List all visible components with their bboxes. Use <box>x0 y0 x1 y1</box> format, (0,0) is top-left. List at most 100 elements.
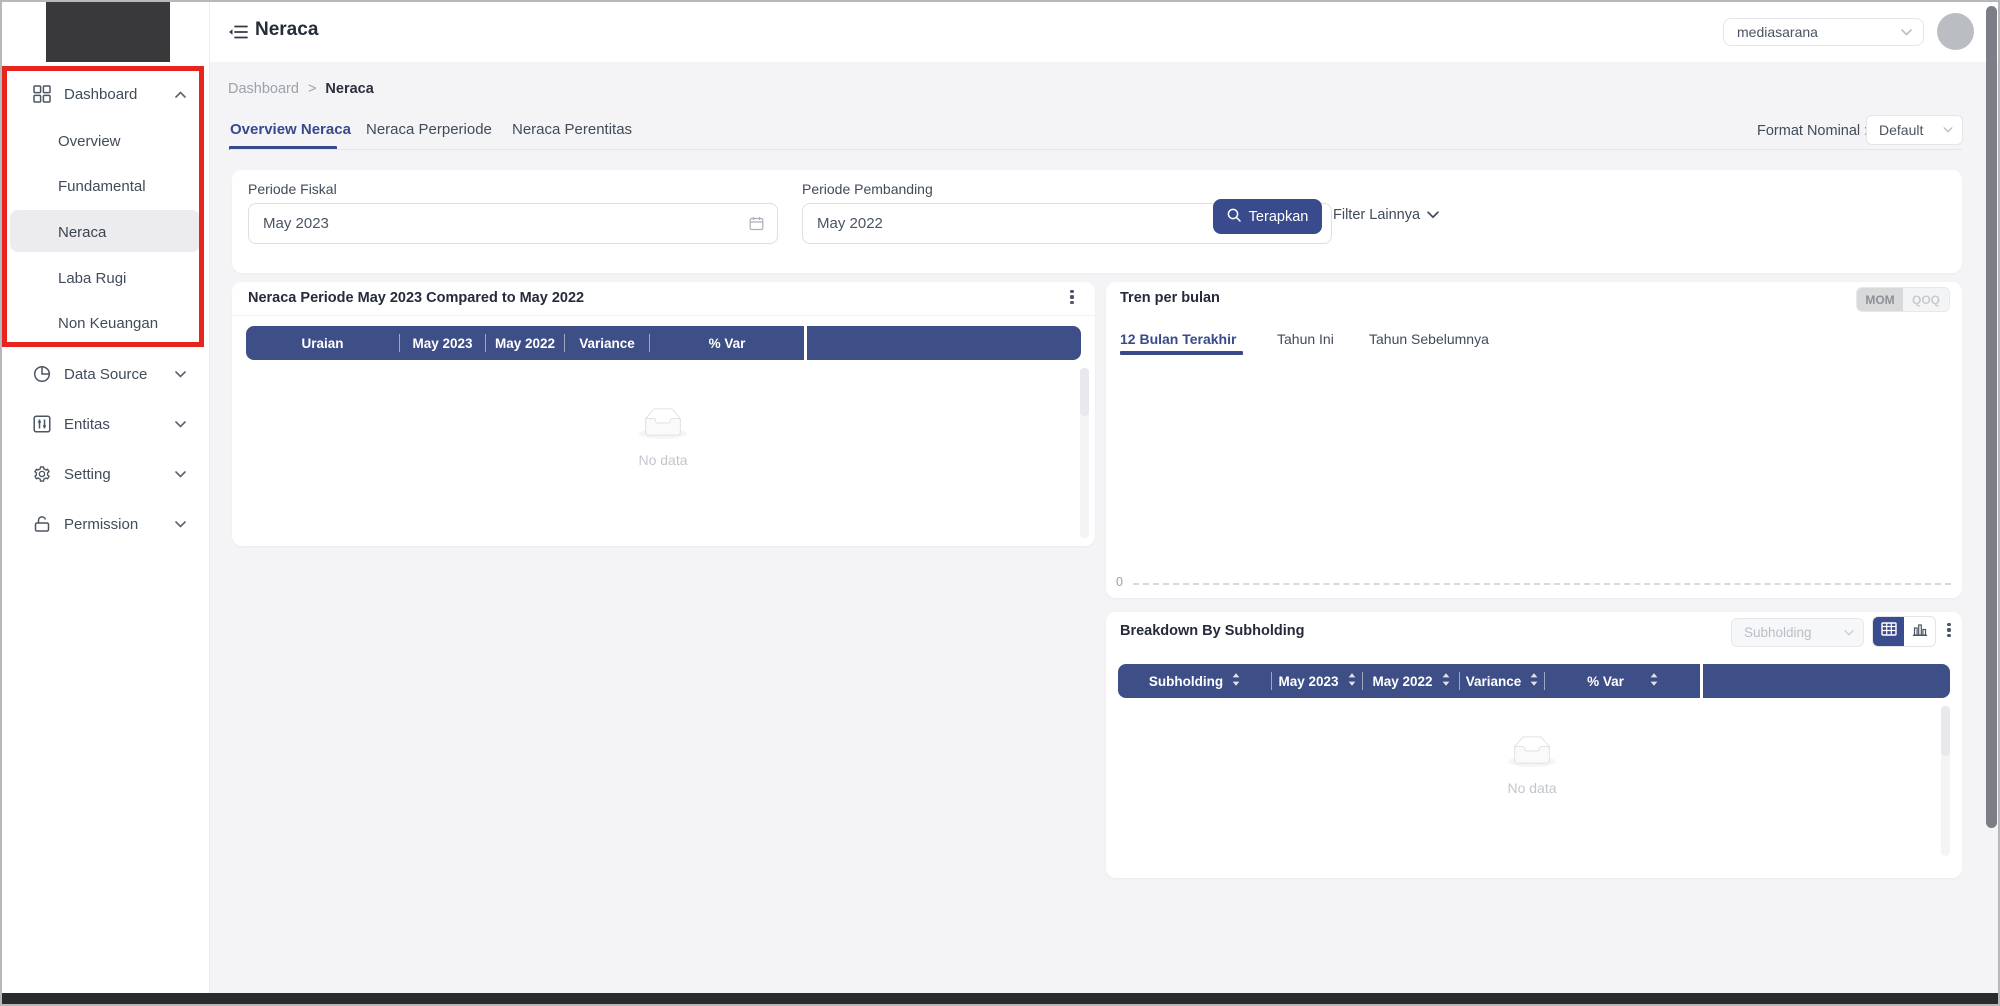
taskbar-strip <box>2 993 1998 1004</box>
apply-button-label: Terapkan <box>1249 209 1309 225</box>
no-data-label: No data <box>638 452 687 468</box>
chart-view-button[interactable] <box>1904 617 1935 646</box>
sidebar-item-data-source[interactable]: Data Source <box>2 358 210 390</box>
more-filters-button[interactable]: Filter Lainnya <box>1333 207 1439 223</box>
periode-pembanding-label: Periode Pembanding <box>802 181 933 197</box>
subholding-select-value: Subholding <box>1744 625 1812 640</box>
sidebar-item-label: Dashboard <box>64 86 137 103</box>
sidebar-item-entitas[interactable]: Entitas <box>2 408 210 440</box>
column-header-may-2023[interactable]: May 2023 <box>400 326 485 360</box>
empty-box-icon <box>639 408 687 444</box>
apply-button[interactable]: Terapkan <box>1213 199 1322 234</box>
format-nominal-label: Format Nominal : <box>1757 123 1868 139</box>
column-header-subholding[interactable]: Subholding <box>1118 664 1271 698</box>
bar-chart-icon <box>1912 623 1928 641</box>
sort-icon <box>1530 673 1538 689</box>
chevron-down-icon <box>1943 127 1953 133</box>
sidebar-item-laba-rugi[interactable]: Laba Rugi <box>58 270 126 287</box>
sidebar-item-label: Entitas <box>64 416 110 433</box>
sidebar-item-non-keuangan[interactable]: Non Keuangan <box>58 315 158 332</box>
chevron-down-icon <box>175 521 186 528</box>
neraca-table-header-trailing <box>807 326 1081 360</box>
breadcrumb-current: Neraca <box>325 81 373 97</box>
neraca-empty-state: No data <box>600 408 726 468</box>
neraca-table-header: Uraian May 2023 May 2022 Variance % Var <box>246 326 804 360</box>
sidebar: Dashboard Overview Fundamental Neraca La… <box>2 0 210 993</box>
sidebar-item-label: Data Source <box>64 366 147 383</box>
app-logo <box>46 0 170 62</box>
neraca-panel-title: Neraca Periode May 2023 Compared to May … <box>248 290 584 306</box>
column-header-pct-var[interactable]: % Var <box>650 326 804 360</box>
company-select-value: mediasarana <box>1737 24 1818 40</box>
breakdown-table-header-trailing <box>1703 664 1950 698</box>
column-header-variance[interactable]: Variance <box>565 326 649 360</box>
breakdown-table-header: Subholding May 2023 May 2022 Variance % … <box>1118 664 1700 698</box>
chevron-down-icon <box>175 471 186 478</box>
chevron-down-icon <box>1427 211 1439 219</box>
column-header-may-2022[interactable]: May 2022 <box>486 326 564 360</box>
page-title: Neraca <box>255 19 318 41</box>
column-header-pct-var[interactable]: % Var <box>1545 664 1700 698</box>
page-scrollbar[interactable] <box>1986 6 1997 828</box>
view-mode-segmented <box>1872 616 1936 647</box>
tabs-divider <box>230 149 1962 150</box>
y-axis-zero-label: 0 <box>1116 575 1123 589</box>
tren-panel <box>1106 282 1962 598</box>
column-header-variance[interactable]: Variance <box>1460 664 1544 698</box>
tren-panel-title: Tren per bulan <box>1120 290 1220 306</box>
table-view-button[interactable] <box>1873 617 1904 646</box>
dashboard-grid-icon <box>33 85 51 103</box>
sidebar-item-label: Permission <box>64 516 138 533</box>
periode-pembanding-value: May 2022 <box>817 215 883 232</box>
chevron-up-icon <box>175 91 186 98</box>
tab-overview-neraca[interactable]: Overview Neraca <box>230 121 351 138</box>
sort-icon <box>1348 673 1356 689</box>
company-select[interactable]: mediasarana <box>1723 18 1924 46</box>
tren-tab-tahun-sebelumnya[interactable]: Tahun Sebelumnya <box>1369 331 1489 347</box>
breakdown-panel-title: Breakdown By Subholding <box>1120 623 1304 639</box>
zero-gridline <box>1133 583 1951 585</box>
pie-chart-icon <box>33 365 51 383</box>
menu-fold-icon[interactable] <box>228 24 248 45</box>
sidebar-item-dashboard[interactable]: Dashboard <box>2 78 210 110</box>
table-scrollbar-thumb[interactable] <box>1941 706 1950 756</box>
gear-icon <box>33 465 51 483</box>
periode-fiskal-label: Periode Fiskal <box>248 181 337 197</box>
sidebar-item-fundamental[interactable]: Fundamental <box>58 178 146 195</box>
no-data-label: No data <box>1507 780 1556 796</box>
chevron-down-icon <box>1901 29 1912 36</box>
more-filters-label: Filter Lainnya <box>1333 207 1420 223</box>
column-header-uraian[interactable]: Uraian <box>246 326 399 360</box>
avatar[interactable] <box>1937 13 1974 50</box>
kebab-menu-icon[interactable] <box>1941 621 1957 639</box>
tab-neraca-perentitas[interactable]: Neraca Perentitas <box>512 121 632 138</box>
column-header-may-2022[interactable]: May 2022 <box>1363 664 1459 698</box>
toggle-mom[interactable]: MOM <box>1857 288 1903 311</box>
sliders-icon <box>33 415 51 433</box>
sidebar-item-label: Setting <box>64 466 111 483</box>
sidebar-item-setting[interactable]: Setting <box>2 458 210 490</box>
sidebar-item-overview[interactable]: Overview <box>58 133 121 150</box>
calendar-icon <box>749 216 764 231</box>
breadcrumb-separator: > <box>308 81 316 97</box>
format-nominal-select[interactable]: Default <box>1866 115 1963 145</box>
tren-tab-tahun-ini[interactable]: Tahun Ini <box>1277 331 1334 347</box>
column-header-may-2023[interactable]: May 2023 <box>1272 664 1362 698</box>
mom-qoq-toggle: MOM QOQ <box>1856 287 1950 312</box>
subholding-select[interactable]: Subholding <box>1731 618 1864 647</box>
kebab-menu-icon[interactable] <box>1064 288 1080 306</box>
chevron-down-icon <box>175 421 186 428</box>
breadcrumb-root[interactable]: Dashboard <box>228 81 299 97</box>
table-scrollbar-thumb[interactable] <box>1080 368 1089 416</box>
unlock-icon <box>33 515 51 533</box>
sidebar-item-neraca[interactable]: Neraca <box>58 224 106 241</box>
table-grid-icon <box>1881 622 1897 641</box>
tren-tab-12-bulan[interactable]: 12 Bulan Terakhir <box>1120 331 1236 347</box>
periode-fiskal-input[interactable]: May 2023 <box>248 203 778 244</box>
tren-active-tab-underline <box>1120 351 1243 355</box>
toggle-qoq[interactable]: QOQ <box>1903 288 1949 311</box>
periode-fiskal-value: May 2023 <box>263 215 329 232</box>
tab-neraca-perperiode[interactable]: Neraca Perperiode <box>366 121 492 138</box>
sort-icon <box>1442 673 1450 689</box>
sidebar-item-permission[interactable]: Permission <box>2 508 210 540</box>
